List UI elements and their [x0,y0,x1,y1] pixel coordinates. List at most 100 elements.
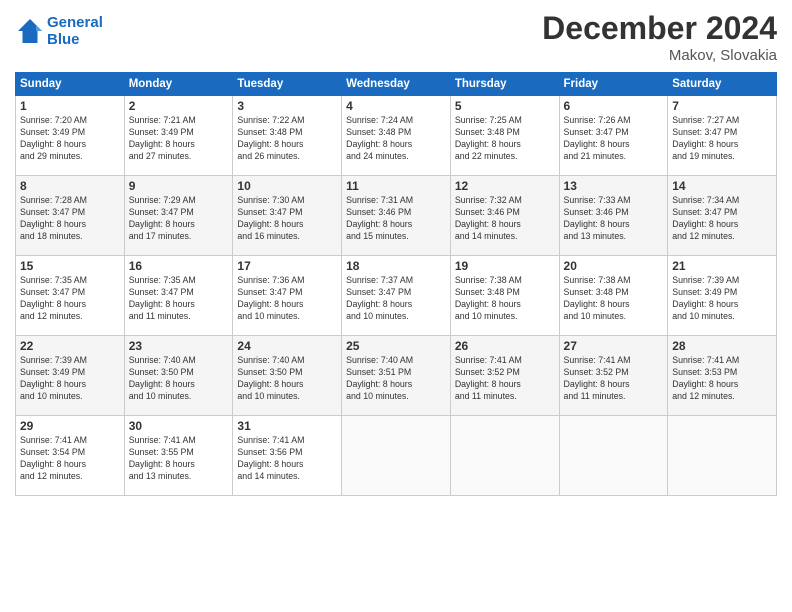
calendar-cell: 15 Sunrise: 7:35 AM Sunset: 3:47 PM Dayli… [16,256,125,336]
weekday-header-monday: Monday [124,73,233,96]
calendar-cell: 12 Sunrise: 7:32 AM Sunset: 3:46 PM Dayli… [450,176,559,256]
day-info: Sunrise: 7:35 AM Sunset: 3:47 PM Dayligh… [20,275,120,323]
calendar-table: SundayMondayTuesdayWednesdayThursdayFrid… [15,72,777,496]
day-info: Sunrise: 7:40 AM Sunset: 3:51 PM Dayligh… [346,355,446,403]
day-info: Sunrise: 7:27 AM Sunset: 3:47 PM Dayligh… [672,115,772,163]
calendar-cell: 21 Sunrise: 7:39 AM Sunset: 3:49 PM Dayli… [668,256,777,336]
day-info: Sunrise: 7:21 AM Sunset: 3:49 PM Dayligh… [129,115,229,163]
day-number: 19 [455,259,555,273]
day-info: Sunrise: 7:34 AM Sunset: 3:47 PM Dayligh… [672,195,772,243]
calendar-cell: 2Sunrise: 7:21 AM Sunset: 3:49 PM Daylig… [124,96,233,176]
day-number: 18 [346,259,446,273]
day-info: Sunrise: 7:41 AM Sunset: 3:52 PM Dayligh… [564,355,664,403]
day-number: 9 [129,179,229,193]
weekday-header-thursday: Thursday [450,73,559,96]
day-info: Sunrise: 7:41 AM Sunset: 3:56 PM Dayligh… [237,435,337,483]
day-info: Sunrise: 7:36 AM Sunset: 3:47 PM Dayligh… [237,275,337,323]
calendar-cell: 7 Sunrise: 7:27 AM Sunset: 3:47 PM Daylig… [668,96,777,176]
calendar-cell: 30 Sunrise: 7:41 AM Sunset: 3:55 PM Dayli… [124,416,233,496]
day-number: 25 [346,339,446,353]
day-info: Sunrise: 7:26 AM Sunset: 3:47 PM Dayligh… [564,115,664,163]
calendar-cell [342,416,451,496]
calendar-cell: 25 Sunrise: 7:40 AM Sunset: 3:51 PM Dayli… [342,336,451,416]
weekday-header-wednesday: Wednesday [342,73,451,96]
day-number: 20 [564,259,664,273]
weekday-header-saturday: Saturday [668,73,777,96]
day-number: 6 [564,99,664,113]
calendar-cell: 13Sunrise: 7:33 AM Sunset: 3:46 PM Dayli… [559,176,668,256]
day-info: Sunrise: 7:41 AM Sunset: 3:54 PM Dayligh… [20,435,120,483]
day-info: Sunrise: 7:39 AM Sunset: 3:49 PM Dayligh… [20,355,120,403]
day-info: Sunrise: 7:33 AM Sunset: 3:46 PM Dayligh… [564,195,664,243]
calendar-cell: 14 Sunrise: 7:34 AM Sunset: 3:47 PM Dayli… [668,176,777,256]
day-number: 21 [672,259,772,273]
day-info: Sunrise: 7:35 AM Sunset: 3:47 PM Dayligh… [129,275,229,323]
calendar-cell [450,416,559,496]
day-number: 22 [20,339,120,353]
calendar-cell: 26 Sunrise: 7:41 AM Sunset: 3:52 PM Dayli… [450,336,559,416]
day-number: 11 [346,179,446,193]
day-number: 15 [20,259,120,273]
calendar-cell: 18 Sunrise: 7:37 AM Sunset: 3:47 PM Dayli… [342,256,451,336]
location: Makov, Slovakia [542,47,777,64]
page-header: General Blue December 2024 Makov, Slovak… [15,10,777,64]
day-info: Sunrise: 7:37 AM Sunset: 3:47 PM Dayligh… [346,275,446,323]
day-number: 28 [672,339,772,353]
calendar-cell: 23Sunrise: 7:40 AM Sunset: 3:50 PM Dayli… [124,336,233,416]
calendar-cell: 31 Sunrise: 7:41 AM Sunset: 3:56 PM Dayli… [233,416,342,496]
day-info: Sunrise: 7:38 AM Sunset: 3:48 PM Dayligh… [455,275,555,323]
day-number: 12 [455,179,555,193]
calendar-week-row: 1 Sunrise: 7:20 AM Sunset: 3:49 PM Daylig… [16,96,777,176]
calendar-cell: 9 Sunrise: 7:29 AM Sunset: 3:47 PM Daylig… [124,176,233,256]
day-number: 3 [237,99,337,113]
calendar-body: 1 Sunrise: 7:20 AM Sunset: 3:49 PM Daylig… [16,96,777,496]
calendar-cell: 17 Sunrise: 7:36 AM Sunset: 3:47 PM Dayli… [233,256,342,336]
calendar-week-row: 8 Sunrise: 7:28 AM Sunset: 3:47 PM Daylig… [16,176,777,256]
day-info: Sunrise: 7:41 AM Sunset: 3:52 PM Dayligh… [455,355,555,403]
calendar-cell: 8 Sunrise: 7:28 AM Sunset: 3:47 PM Daylig… [16,176,125,256]
page-container: General Blue December 2024 Makov, Slovak… [0,0,792,506]
day-info: Sunrise: 7:20 AM Sunset: 3:49 PM Dayligh… [20,115,120,163]
day-info: Sunrise: 7:32 AM Sunset: 3:46 PM Dayligh… [455,195,555,243]
day-info: Sunrise: 7:31 AM Sunset: 3:46 PM Dayligh… [346,195,446,243]
weekday-header-friday: Friday [559,73,668,96]
day-number: 1 [20,99,120,113]
day-number: 29 [20,419,120,433]
calendar-cell: 1 Sunrise: 7:20 AM Sunset: 3:49 PM Daylig… [16,96,125,176]
day-number: 7 [672,99,772,113]
calendar-cell: 3 Sunrise: 7:22 AM Sunset: 3:48 PM Daylig… [233,96,342,176]
calendar-cell: 6 Sunrise: 7:26 AM Sunset: 3:47 PM Daylig… [559,96,668,176]
weekday-header-sunday: Sunday [16,73,125,96]
calendar-cell: 11 Sunrise: 7:31 AM Sunset: 3:46 PM Dayli… [342,176,451,256]
calendar-cell: 29 Sunrise: 7:41 AM Sunset: 3:54 PM Dayli… [16,416,125,496]
day-info: Sunrise: 7:28 AM Sunset: 3:47 PM Dayligh… [20,195,120,243]
day-number: 8 [20,179,120,193]
month-title: December 2024 [542,10,777,47]
calendar-cell: 10Sunrise: 7:30 AM Sunset: 3:47 PM Dayli… [233,176,342,256]
title-block: December 2024 Makov, Slovakia [542,10,777,64]
calendar-cell: 22 Sunrise: 7:39 AM Sunset: 3:49 PM Dayli… [16,336,125,416]
day-number: 27 [564,339,664,353]
day-number: 26 [455,339,555,353]
calendar-cell: 5Sunrise: 7:25 AM Sunset: 3:48 PM Daylig… [450,96,559,176]
day-number: 16 [129,259,229,273]
day-info: Sunrise: 7:41 AM Sunset: 3:53 PM Dayligh… [672,355,772,403]
calendar-header-row: SundayMondayTuesdayWednesdayThursdayFrid… [16,73,777,96]
weekday-header-tuesday: Tuesday [233,73,342,96]
day-info: Sunrise: 7:41 AM Sunset: 3:55 PM Dayligh… [129,435,229,483]
day-number: 23 [129,339,229,353]
day-info: Sunrise: 7:22 AM Sunset: 3:48 PM Dayligh… [237,115,337,163]
calendar-cell: 24Sunrise: 7:40 AM Sunset: 3:50 PM Dayli… [233,336,342,416]
day-number: 14 [672,179,772,193]
day-number: 17 [237,259,337,273]
day-number: 10 [237,179,337,193]
day-number: 31 [237,419,337,433]
day-info: Sunrise: 7:39 AM Sunset: 3:49 PM Dayligh… [672,275,772,323]
calendar-cell [559,416,668,496]
day-number: 4 [346,99,446,113]
day-number: 30 [129,419,229,433]
day-info: Sunrise: 7:24 AM Sunset: 3:48 PM Dayligh… [346,115,446,163]
calendar-cell: 28 Sunrise: 7:41 AM Sunset: 3:53 PM Dayli… [668,336,777,416]
day-info: Sunrise: 7:29 AM Sunset: 3:47 PM Dayligh… [129,195,229,243]
day-info: Sunrise: 7:40 AM Sunset: 3:50 PM Dayligh… [237,355,337,403]
